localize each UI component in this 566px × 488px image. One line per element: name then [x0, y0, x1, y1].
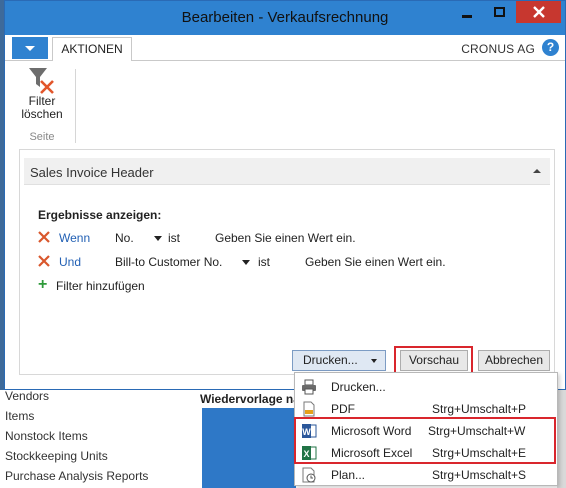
clear-filter-button[interactable]: Filter löschen	[17, 65, 67, 121]
filter-field-select[interactable]: Bill-to Customer No.	[115, 255, 222, 269]
filter-panel: Sales Invoice Header Ergebnisse anzeigen…	[19, 149, 555, 375]
add-filter-button[interactable]: + Filter hinzufügen	[38, 276, 198, 294]
add-filter-label: Filter hinzufügen	[56, 279, 145, 293]
menu-item-label: PDF	[331, 402, 355, 416]
minimize-icon	[462, 14, 472, 18]
filter-keyword: Wenn	[59, 231, 91, 245]
nav-item-purchase-analysis-reports[interactable]: Purchase Analysis Reports	[5, 466, 195, 486]
help-icon[interactable]: ?	[542, 39, 559, 56]
highlight-box	[294, 417, 556, 464]
background-tile[interactable]	[202, 408, 296, 488]
chevron-up-icon[interactable]	[532, 166, 542, 176]
plus-icon: +	[38, 276, 48, 293]
menu-item-schedule[interactable]: Plan... Strg+Umschalt+S	[295, 464, 557, 486]
tab-actions[interactable]: AKTIONEN	[52, 37, 132, 62]
filter-value-input[interactable]: Geben Sie einen Wert ein.	[305, 255, 446, 269]
dropdown-arrow-icon[interactable]	[154, 236, 162, 241]
dropdown-arrow-icon[interactable]	[242, 260, 250, 265]
chevron-down-icon	[25, 45, 35, 51]
close-button[interactable]	[516, 1, 561, 23]
minimize-button[interactable]	[452, 1, 482, 23]
menu-item-label: Plan...	[331, 468, 366, 482]
schedule-icon	[302, 467, 316, 483]
section-header[interactable]: Sales Invoice Header	[24, 158, 550, 185]
ribbon-group-label: Seite	[29, 131, 55, 143]
title-bar[interactable]: Bearbeiten - Verkaufsrechnung	[5, 1, 565, 35]
report-request-dialog: Bearbeiten - Verkaufsrechnung AKTIONEN C…	[4, 0, 566, 390]
company-name: CRONUS AG	[461, 42, 535, 56]
remove-filter-icon[interactable]	[38, 231, 50, 243]
cancel-button[interactable]: Abbrechen	[478, 350, 550, 371]
filter-operator: ist	[258, 255, 270, 269]
print-button-label: Drucken...	[303, 353, 358, 367]
filter-row: Und Bill-to Customer No. ist Geben Sie e…	[38, 254, 538, 272]
menu-item-shortcut: Strg+Umschalt+P	[432, 402, 527, 416]
results-label: Ergebnisse anzeigen:	[38, 208, 162, 222]
menu-item-print[interactable]: Drucken...	[295, 376, 557, 398]
filter-field-select[interactable]: No.	[115, 231, 134, 245]
ribbon-group-divider	[75, 69, 76, 143]
nav-item-items[interactable]: Items	[5, 406, 195, 426]
print-button[interactable]: Drucken...	[292, 350, 386, 371]
window-controls	[450, 1, 561, 23]
nav-item-nonstock-items[interactable]: Nonstock Items	[5, 426, 195, 446]
maximize-button[interactable]	[484, 1, 514, 23]
chevron-down-icon	[371, 359, 377, 363]
ribbon-tab-strip: AKTIONEN CRONUS AG ?	[5, 35, 565, 62]
menu-item-shortcut: Strg+Umschalt+S	[432, 468, 527, 482]
maximize-icon	[493, 7, 505, 17]
application-menu-button[interactable]	[12, 37, 48, 59]
printer-icon	[302, 379, 316, 395]
filter-row: Wenn No. ist Geben Sie einen Wert ein.	[38, 230, 538, 248]
section-title: Sales Invoice Header	[30, 165, 154, 180]
remove-filter-icon[interactable]	[38, 255, 50, 267]
nav-item-stockkeeping-units[interactable]: Stockkeeping Units	[5, 446, 195, 466]
clear-filter-icon	[29, 68, 54, 94]
background-section-heading: Wiedervorlage na	[200, 392, 300, 406]
filter-value-input[interactable]: Geben Sie einen Wert ein.	[215, 231, 356, 245]
background-nav-list: Vendors Items Nonstock Items Stockkeepin…	[5, 386, 195, 486]
close-icon	[532, 6, 545, 18]
clear-filter-label-line2: löschen	[21, 107, 63, 121]
ribbon-actions: Filter löschen Seite	[5, 61, 565, 151]
background-scrollbar[interactable]	[557, 388, 566, 488]
menu-item-label: Drucken...	[331, 380, 386, 394]
filter-operator: ist	[168, 231, 180, 245]
pdf-icon	[303, 401, 315, 417]
filter-keyword: Und	[59, 255, 82, 269]
